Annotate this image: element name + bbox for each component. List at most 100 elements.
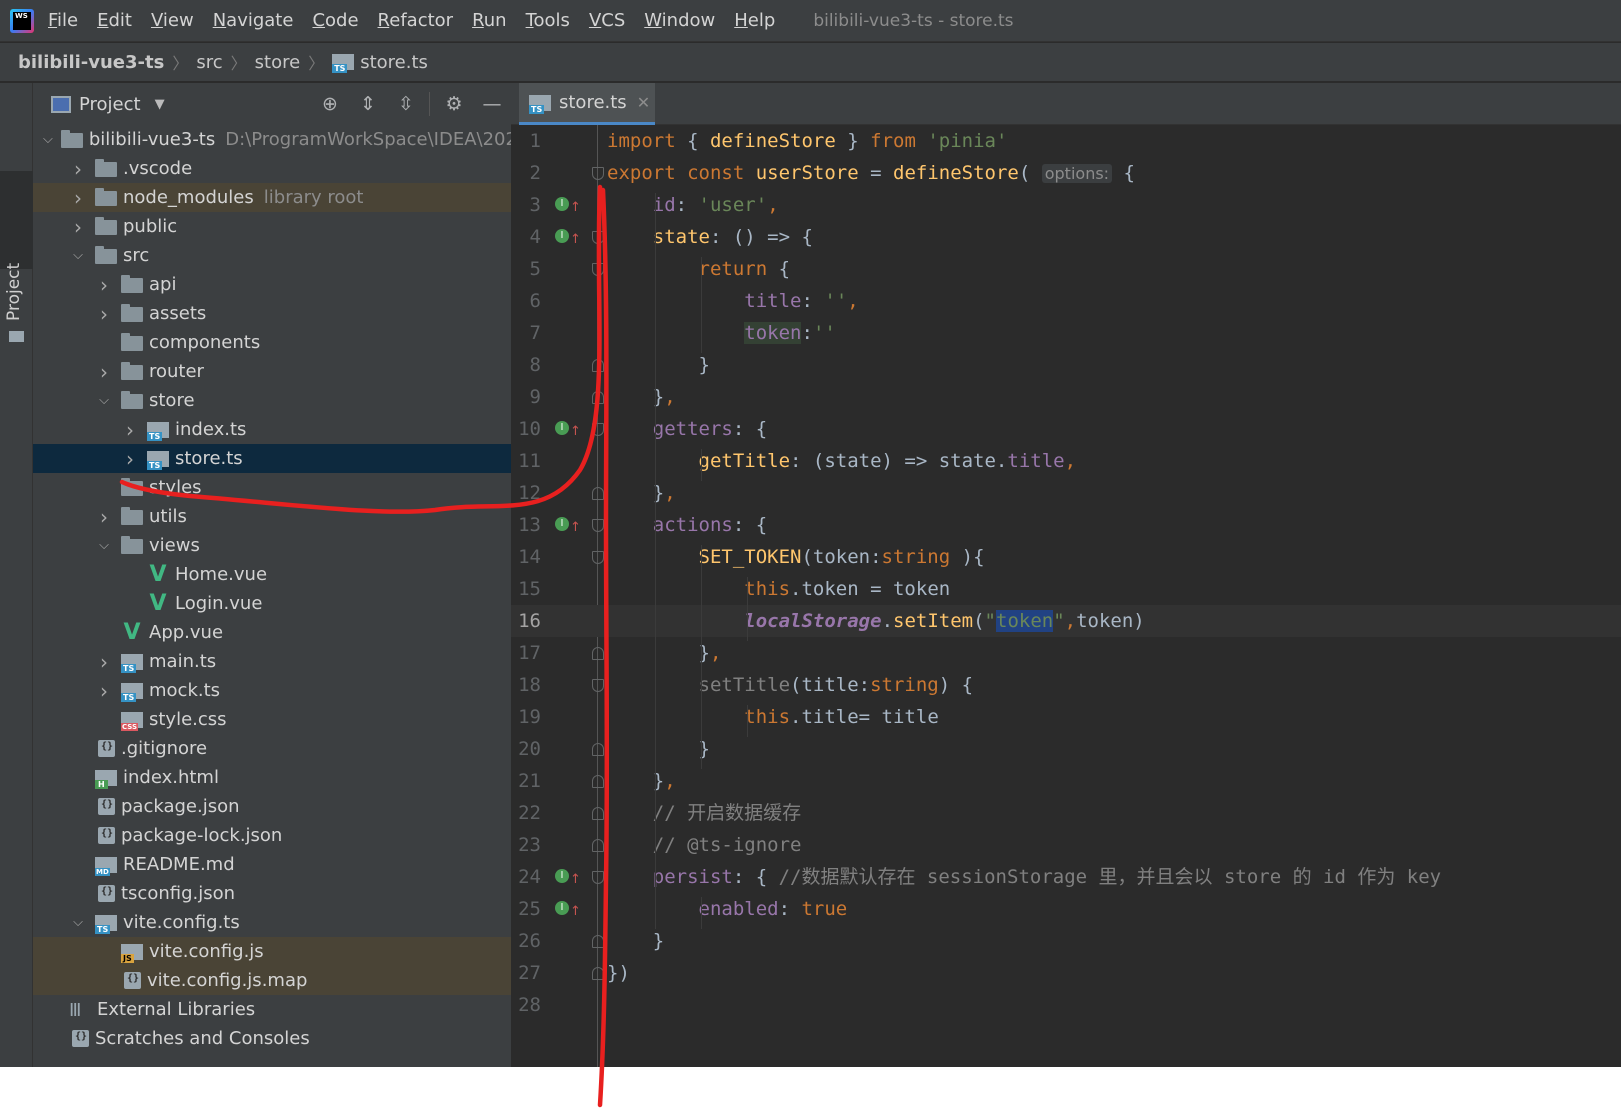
implementation-gutter-icon[interactable]: I	[555, 197, 569, 211]
breadcrumb-item[interactable]: store.ts	[360, 52, 428, 73]
tree-item[interactable]: ›ⅢExternal Libraries	[33, 995, 511, 1024]
chevron-down-icon[interactable]: ▼	[155, 97, 165, 112]
fold-end-icon[interactable]	[592, 839, 604, 852]
implementation-gutter-icon[interactable]: I	[555, 517, 569, 531]
tree-item[interactable]: ⌵ vite.config.ts	[33, 908, 511, 937]
fold-end-icon[interactable]	[592, 359, 604, 372]
chevron-right-icon[interactable]: ›	[121, 418, 139, 442]
fold-icon[interactable]	[592, 871, 604, 884]
breadcrumb-item[interactable]: store	[255, 52, 301, 73]
fold-icon[interactable]	[592, 423, 604, 436]
fold-end-icon[interactable]	[592, 967, 604, 980]
fold-end-icon[interactable]	[592, 487, 604, 500]
fold-icon[interactable]	[592, 551, 604, 564]
menu-tools[interactable]: Tools	[526, 10, 570, 31]
breadcrumb-item[interactable]: bilibili-vue3-ts	[18, 52, 164, 73]
tree-item[interactable]: ›tsconfig.json	[33, 879, 511, 908]
fold-icon[interactable]	[592, 263, 604, 276]
fold-end-icon[interactable]	[592, 743, 604, 756]
tree-item[interactable]: ›README.md	[33, 850, 511, 879]
gear-icon[interactable]: ⚙	[443, 93, 465, 115]
expand-all-icon[interactable]: ⇕	[357, 93, 379, 115]
menu-window[interactable]: Window	[644, 10, 715, 31]
tree-item[interactable]: › main.ts	[33, 647, 511, 676]
tree-item[interactable]: ›.gitignore	[33, 734, 511, 763]
tree-item[interactable]: ⌵ bilibili-vue3-ts D:\ProgramWorkSpace\IDE…	[33, 125, 511, 154]
chevron-down-icon[interactable]: ⌵	[95, 538, 113, 553]
menu-view[interactable]: View	[151, 10, 194, 31]
chevron-right-icon[interactable]: ›	[95, 505, 113, 529]
menu-navigate[interactable]: Navigate	[213, 10, 294, 31]
fold-end-icon[interactable]	[592, 391, 604, 404]
tree-item[interactable]: › mock.ts	[33, 676, 511, 705]
fold-end-icon[interactable]	[592, 935, 604, 948]
code-line: 28	[511, 989, 1621, 1021]
implementation-gutter-icon[interactable]: I	[555, 901, 569, 915]
tree-item[interactable]: ›package.json	[33, 792, 511, 821]
tree-item[interactable]: ›style.css	[33, 705, 511, 734]
tree-item[interactable]: › public	[33, 212, 511, 241]
tab-store-ts[interactable]: store.ts ✕	[519, 83, 655, 125]
fold-icon[interactable]	[592, 519, 604, 532]
menu-file[interactable]: File	[48, 10, 78, 31]
tree-item[interactable]: ›VHome.vue	[33, 560, 511, 589]
fold-end-icon[interactable]	[592, 647, 604, 660]
chevron-down-icon[interactable]: ⌵	[69, 915, 87, 930]
menu-vcs[interactable]: VCS	[589, 10, 625, 31]
tree-item[interactable]: ›components	[33, 328, 511, 357]
chevron-right-icon[interactable]: ›	[95, 650, 113, 674]
tree-item[interactable]: ›index.html	[33, 763, 511, 792]
project-panel-title[interactable]: Project	[79, 94, 141, 115]
chevron-down-icon[interactable]: ⌵	[95, 393, 113, 408]
collapse-all-icon[interactable]: ⇳	[395, 93, 417, 115]
tree-item[interactable]: › router	[33, 357, 511, 386]
close-icon[interactable]: ✕	[637, 93, 650, 112]
fold-end-icon[interactable]	[592, 775, 604, 788]
tree-item[interactable]: ⌵ src	[33, 241, 511, 270]
menu-run[interactable]: Run	[472, 10, 507, 31]
chevron-down-icon[interactable]: ⌵	[43, 132, 53, 147]
project-tool-tab[interactable]: Project	[0, 171, 33, 342]
tree-item[interactable]: ›Scratches and Consoles	[33, 1024, 511, 1053]
chevron-right-icon[interactable]: ›	[95, 302, 113, 326]
fold-icon[interactable]	[592, 231, 604, 244]
tree-item[interactable]: › index.ts	[33, 415, 511, 444]
menu-help[interactable]: Help	[734, 10, 775, 31]
fold-end-icon[interactable]	[592, 807, 604, 820]
tree-item[interactable]: ›vite.config.js	[33, 937, 511, 966]
chevron-right-icon[interactable]: ›	[95, 273, 113, 297]
code-editor[interactable]: 1 import { defineStore } from 'pinia' 2 exp…	[511, 125, 1621, 1067]
fold-icon[interactable]	[592, 167, 604, 180]
chevron-right-icon[interactable]: ›	[95, 679, 113, 703]
tree-item[interactable]: ›vite.config.js.map	[33, 966, 511, 995]
hide-panel-icon[interactable]: —	[481, 93, 503, 115]
tree-item[interactable]: › store.ts	[33, 444, 511, 473]
menu-refactor[interactable]: Refactor	[378, 10, 454, 31]
tree-item[interactable]: ›VLogin.vue	[33, 589, 511, 618]
implementation-gutter-icon[interactable]: I	[555, 421, 569, 435]
chevron-right-icon[interactable]: ›	[95, 360, 113, 384]
tree-item[interactable]: ⌵ views	[33, 531, 511, 560]
tree-item[interactable]: › utils	[33, 502, 511, 531]
chevron-right-icon[interactable]: ›	[121, 447, 139, 471]
chevron-right-icon[interactable]: ›	[69, 186, 87, 210]
fold-icon[interactable]	[592, 679, 604, 692]
menu-code[interactable]: Code	[312, 10, 358, 31]
tree-item[interactable]: ›styles	[33, 473, 511, 502]
tree-item[interactable]: › assets	[33, 299, 511, 328]
menu-edit[interactable]: Edit	[97, 10, 132, 31]
tree-item[interactable]: › .vscode	[33, 154, 511, 183]
locate-file-icon[interactable]: ⊕	[319, 93, 341, 115]
implementation-gutter-icon[interactable]: I	[555, 869, 569, 883]
chevron-down-icon[interactable]: ⌵	[69, 248, 87, 263]
tree-item[interactable]: ⌵ store	[33, 386, 511, 415]
chevron-right-icon[interactable]: ›	[69, 157, 87, 181]
tree-item[interactable]: ›package-lock.json	[33, 821, 511, 850]
chevron-right-icon[interactable]: ›	[69, 215, 87, 239]
tree-item[interactable]: › api	[33, 270, 511, 299]
breadcrumb-item[interactable]: src	[196, 52, 222, 73]
tree-item[interactable]: › node_modules library root	[33, 183, 511, 212]
implementation-gutter-icon[interactable]: I	[555, 229, 569, 243]
tree-item[interactable]: ›VApp.vue	[33, 618, 511, 647]
